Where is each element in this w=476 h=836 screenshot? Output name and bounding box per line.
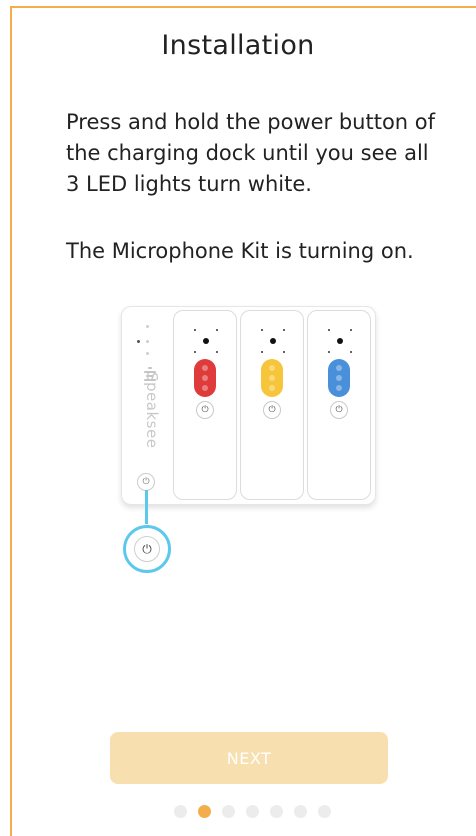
page-dot-active[interactable] (198, 805, 211, 818)
power-icon: ⏻ (330, 401, 348, 419)
next-button[interactable]: NEXT (110, 732, 388, 784)
page-dot[interactable] (222, 805, 235, 818)
page-dot[interactable] (174, 805, 187, 818)
power-icon: ⏻ (134, 536, 160, 562)
dock-led-dot (146, 352, 149, 355)
dock-led-dot (146, 340, 149, 343)
page-title: Installation (161, 30, 315, 61)
dock-led-dot (146, 325, 149, 328)
power-icon: ⏻ (196, 401, 214, 419)
slot-led (270, 338, 276, 344)
dock-led-dot (137, 340, 140, 343)
microphone-red (194, 359, 216, 397)
slot-led (337, 338, 343, 344)
status-text: The Microphone Kit is turning on. (66, 239, 414, 263)
power-icon: ⏻ (263, 401, 281, 419)
slot-led (203, 338, 209, 344)
brand-label: Speaksee (143, 372, 161, 449)
dock-power-button-icon: ⏻ (137, 473, 155, 491)
microphone-slot-yellow: ⏻ (240, 310, 304, 500)
instruction-text: Press and hold the power button of the c… (66, 110, 436, 196)
microphone-slot-blue: ⏻ (307, 310, 371, 500)
microphone-yellow (261, 359, 283, 397)
power-button-highlight: ⏻ (123, 525, 171, 573)
page-dot[interactable] (318, 805, 331, 818)
microphone-slot-red: ⏻ (173, 310, 237, 500)
callout-connector (145, 490, 148, 524)
page-dot[interactable] (246, 805, 259, 818)
page-dot[interactable] (270, 805, 283, 818)
microphone-blue (328, 359, 350, 397)
page-dot[interactable] (294, 805, 307, 818)
